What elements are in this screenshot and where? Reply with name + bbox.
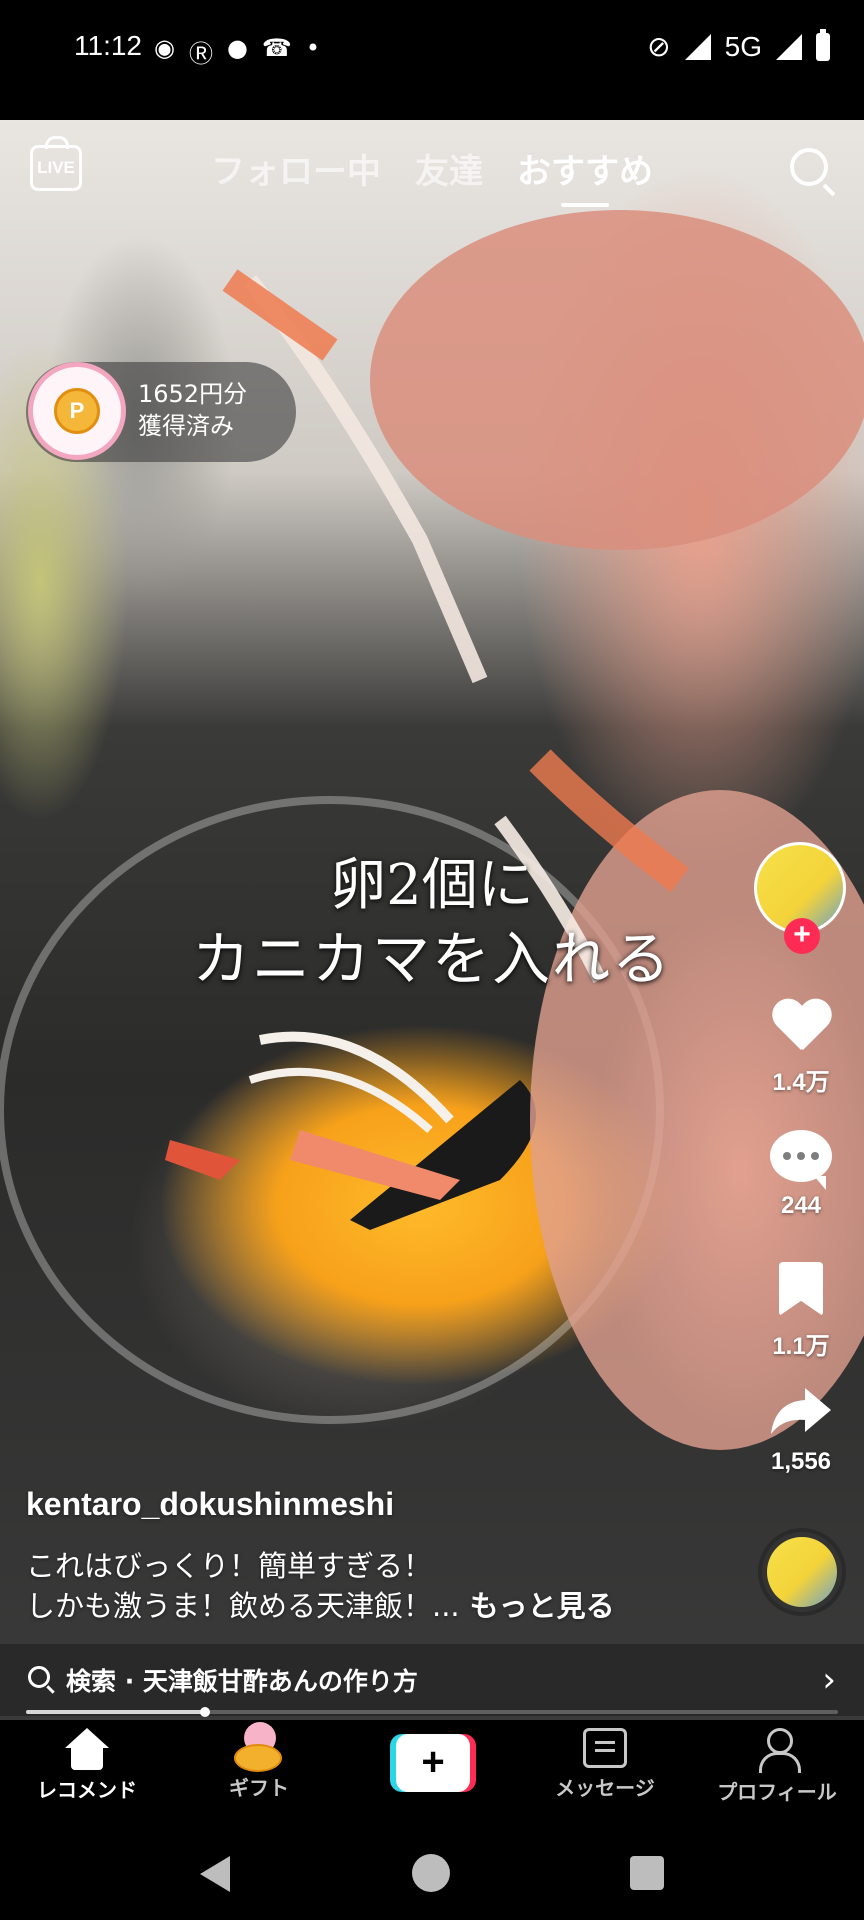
bookmark-count: 1.1万 bbox=[772, 1333, 830, 1360]
crab-stick bbox=[222, 269, 338, 361]
video-progress-bar[interactable] bbox=[26, 1707, 838, 1717]
bottom-nav: レコメンド ギフト + メッセージ プロフィール bbox=[0, 1720, 864, 1828]
network-type: 5G bbox=[724, 30, 762, 62]
nav-label: プロフィール bbox=[717, 1780, 837, 1804]
bookmark-icon bbox=[779, 1262, 823, 1316]
home-icon bbox=[65, 1728, 109, 1770]
search-suggestion-text: 検索 · 天津飯甘酢あんの作り方 bbox=[66, 1667, 418, 1696]
follow-button[interactable]: + bbox=[784, 918, 820, 954]
plus-icon: + bbox=[396, 1734, 470, 1792]
coin-letter: P bbox=[54, 388, 100, 434]
reward-status: 獲得済み bbox=[138, 412, 234, 440]
progress-fill bbox=[26, 1710, 205, 1714]
coin-icon: P bbox=[28, 362, 126, 460]
progress-knob[interactable] bbox=[199, 1707, 210, 1717]
video-caption-line-1: 卵2個に bbox=[330, 853, 534, 918]
share-icon bbox=[769, 1384, 833, 1438]
status-right: ⊘ 5G bbox=[647, 28, 830, 63]
mute-icon: ⊘ bbox=[647, 31, 671, 62]
bookmark-button[interactable]: 1.1万 bbox=[760, 1262, 842, 1361]
phone-icon: ☎ bbox=[261, 34, 292, 62]
nav-recommend[interactable]: レコメンド bbox=[12, 1728, 162, 1803]
signal-icon bbox=[776, 33, 802, 60]
reward-pill[interactable]: P 1652円分 獲得済み bbox=[26, 362, 296, 462]
search-icon bbox=[28, 1666, 50, 1688]
reward-amount: 1652円分 bbox=[138, 380, 248, 408]
caption-line-2: しかも激うま！飲める天津飯！... bbox=[26, 1589, 460, 1623]
status-bar: 11:12 ◉ Ⓡ ● ☎ • ⊘ 5G bbox=[0, 0, 864, 120]
like-count: 1.4万 bbox=[772, 1069, 830, 1096]
username[interactable]: kentaro_dokushinmeshi bbox=[26, 1486, 394, 1523]
nav-gift[interactable]: ギフト bbox=[184, 1722, 334, 1801]
crab-stick bbox=[165, 1140, 240, 1180]
caption[interactable]: これはびっくり！簡単すぎる！ しかも激うま！飲める天津飯！... もっと見る bbox=[26, 1546, 615, 1626]
nav-label: メッセージ bbox=[555, 1776, 655, 1800]
rakuten-link-icon: Ⓡ bbox=[188, 40, 213, 68]
chevron-right-icon: › bbox=[822, 1660, 836, 1700]
reward-text: 1652円分 獲得済み bbox=[138, 378, 247, 442]
share-count: 1,556 bbox=[770, 1448, 832, 1475]
search-icon[interactable] bbox=[790, 148, 828, 186]
status-time: 11:12 bbox=[74, 30, 142, 61]
music-disc-icon[interactable] bbox=[758, 1528, 846, 1616]
gift-coin bbox=[234, 1744, 282, 1772]
signal-icon bbox=[684, 33, 711, 60]
gift-icon bbox=[230, 1722, 288, 1774]
comment-count: 244 bbox=[780, 1192, 822, 1219]
create-button[interactable]: + bbox=[390, 1734, 476, 1792]
comment-button[interactable]: 244 bbox=[760, 1130, 842, 1220]
heart-icon bbox=[771, 1000, 831, 1054]
back-icon[interactable] bbox=[200, 1856, 230, 1892]
sound-avatar bbox=[767, 1537, 837, 1607]
share-button[interactable]: 1,556 bbox=[760, 1384, 842, 1476]
caption-line-1: これはびっくり！簡単すぎる！ bbox=[26, 1549, 433, 1583]
battery-icon bbox=[816, 28, 830, 61]
like-button[interactable]: 1.4万 bbox=[760, 1000, 842, 1097]
dot-icon: • bbox=[305, 34, 320, 62]
message-icon bbox=[583, 1728, 627, 1768]
comment-icon bbox=[770, 1130, 832, 1190]
video-caption-line-2: カニカマを入れる bbox=[191, 925, 672, 993]
nav-profile[interactable]: プロフィール bbox=[702, 1728, 852, 1805]
chat-icon: ● bbox=[226, 34, 248, 62]
search-suggestion-bar[interactable]: 検索 · 天津飯甘酢あんの作り方 › bbox=[0, 1644, 864, 1716]
nav-messages[interactable]: メッセージ bbox=[530, 1728, 680, 1801]
see-more-link[interactable]: もっと見る bbox=[470, 1589, 615, 1623]
messenger-icon: ◉ bbox=[154, 34, 175, 62]
tab-for-you[interactable]: おすすめ bbox=[517, 144, 653, 193]
profile-icon bbox=[755, 1728, 801, 1773]
feed-tabs: フォロー中 友達 おすすめ bbox=[0, 144, 864, 193]
recents-icon[interactable] bbox=[630, 1856, 664, 1890]
notification-icons: ◉ Ⓡ ● ☎ • bbox=[154, 34, 320, 69]
tab-friends[interactable]: 友達 bbox=[415, 144, 483, 193]
tab-following[interactable]: フォロー中 bbox=[211, 144, 381, 193]
system-nav-bar bbox=[0, 1828, 864, 1920]
hand bbox=[370, 210, 864, 550]
nav-label: レコメンド bbox=[37, 1778, 137, 1802]
nav-label: ギフト bbox=[229, 1776, 289, 1800]
home-circle-icon[interactable] bbox=[412, 1854, 450, 1892]
